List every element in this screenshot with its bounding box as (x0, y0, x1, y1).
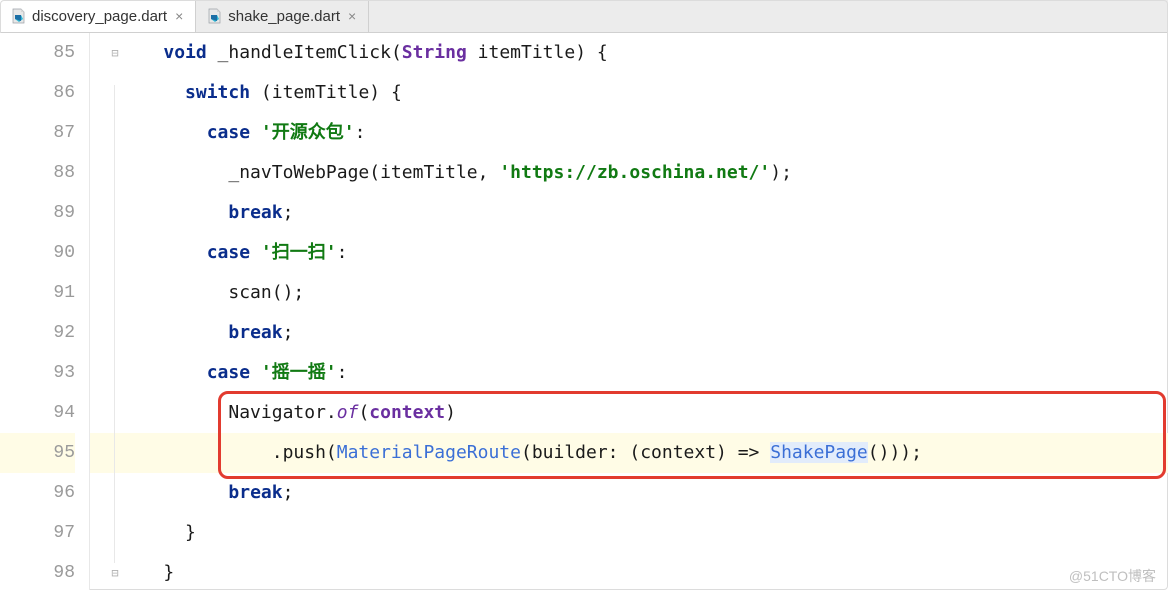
code-line[interactable]: case '摇一摇': (120, 353, 1168, 393)
dart-file-icon (10, 8, 26, 24)
line-number: 97 (0, 513, 75, 553)
line-number: 86 (0, 73, 75, 113)
tab-discovery-page[interactable]: discovery_page.dart × (0, 0, 196, 32)
tab-shake-page[interactable]: shake_page.dart × (196, 0, 369, 32)
line-number: 94 (0, 393, 75, 433)
close-icon[interactable]: × (346, 8, 358, 24)
code-line[interactable]: void _handleItemClick(String itemTitle) … (120, 33, 1168, 73)
fold-toggle-icon[interactable]: ⊟ (108, 33, 122, 73)
code-line[interactable]: case '扫一扫': (120, 233, 1168, 273)
tab-bar: discovery_page.dart × shake_page.dart × (0, 0, 1168, 33)
code-editor[interactable]: 8586878889909192939495969798 void _handl… (0, 33, 1168, 590)
code-line[interactable]: case '开源众包': (120, 113, 1168, 153)
line-number: 98 (0, 553, 75, 590)
code-line[interactable]: } (120, 513, 1168, 553)
tab-label: shake_page.dart (228, 8, 340, 25)
code-line[interactable]: break; (120, 193, 1168, 233)
dart-file-icon (206, 8, 222, 24)
line-number: 90 (0, 233, 75, 273)
code-content[interactable]: void _handleItemClick(String itemTitle) … (90, 33, 1168, 590)
line-number: 89 (0, 193, 75, 233)
code-line[interactable]: _navToWebPage(itemTitle, 'https://zb.osc… (120, 153, 1168, 193)
close-icon[interactable]: × (173, 8, 185, 24)
code-line[interactable]: break; (120, 473, 1168, 513)
tab-label: discovery_page.dart (32, 8, 167, 25)
line-number: 88 (0, 153, 75, 193)
line-number: 85 (0, 33, 75, 73)
line-number: 93 (0, 353, 75, 393)
code-line[interactable]: scan(); (120, 273, 1168, 313)
line-number-gutter: 8586878889909192939495969798 (0, 33, 90, 590)
code-line[interactable]: break; (120, 313, 1168, 353)
line-number: 91 (0, 273, 75, 313)
code-line[interactable]: switch (itemTitle) { (120, 73, 1168, 113)
line-number: 92 (0, 313, 75, 353)
line-number: 87 (0, 113, 75, 153)
code-line[interactable]: .push(MaterialPageRoute(builder: (contex… (90, 433, 1168, 473)
line-number: 96 (0, 473, 75, 513)
fold-toggle-icon[interactable]: ⊟ (108, 553, 122, 590)
code-line[interactable]: } (120, 553, 1168, 590)
line-number: 95 (0, 433, 75, 473)
code-line[interactable]: Navigator.of(context) (120, 393, 1168, 433)
